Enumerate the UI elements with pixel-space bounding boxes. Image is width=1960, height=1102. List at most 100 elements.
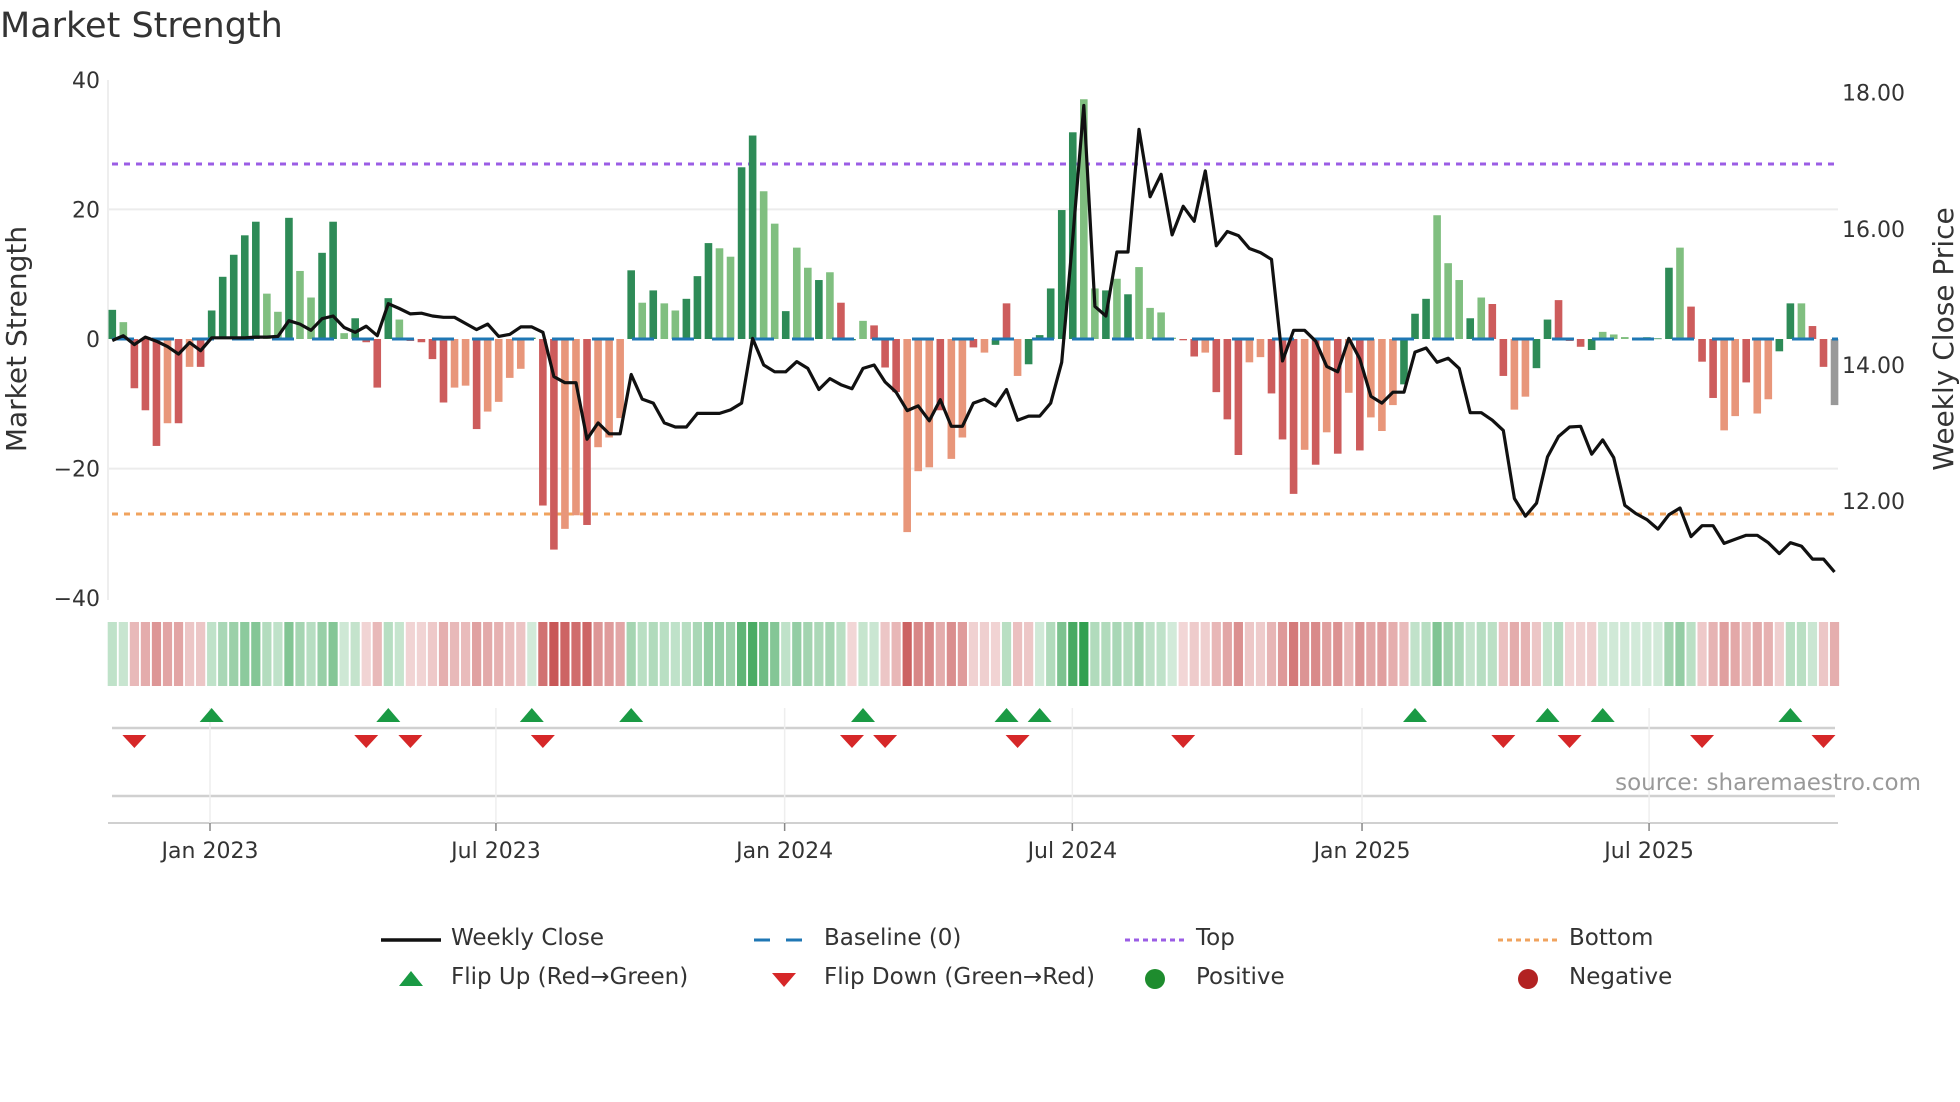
strength-bar (1245, 339, 1254, 363)
strength-bar (1499, 339, 1508, 376)
heat-strip-cell (803, 622, 813, 686)
strength-bar (572, 339, 580, 516)
strength-bar (980, 339, 989, 353)
heat-strip-cell (483, 622, 493, 686)
heat-strip-cell (571, 622, 581, 686)
dotted-line-swatch-icon (1125, 938, 1185, 942)
flip-up-marker (1403, 708, 1428, 722)
flip-down-marker (1171, 735, 1196, 748)
heat-strip-cell (383, 622, 393, 686)
heat-strip-cell (1123, 622, 1133, 686)
flip-down-marker (530, 735, 555, 748)
strength-bar (395, 319, 404, 339)
dotted-line-swatch-icon (1498, 938, 1558, 942)
heat-strip-cell (913, 622, 923, 686)
heat-strip-cell (1322, 622, 1332, 686)
y2-tick-label: 14.00 (1842, 354, 1905, 379)
strength-bar (196, 339, 205, 367)
x-tick-label: Jan 2024 (734, 839, 833, 864)
heat-strip-cell (273, 622, 283, 686)
heat-strip-cell (1675, 622, 1685, 686)
strength-bar (792, 247, 801, 339)
heat-strip-cell (1774, 622, 1784, 686)
heat-strip-cell (582, 622, 592, 686)
strength-bar (373, 339, 382, 388)
strength-bar (1687, 306, 1695, 339)
heat-strip-cell (814, 622, 824, 686)
heat-strip-cell (725, 622, 736, 686)
heat-strip-cell (659, 622, 669, 686)
heat-strip-cell (1664, 622, 1674, 686)
heat-strip-cell (207, 622, 217, 686)
legend-label: Weekly Close (451, 925, 604, 951)
flip-down-marker (873, 735, 898, 748)
strength-bar (1234, 339, 1243, 455)
strength-bar (1488, 304, 1497, 339)
strength-bar (1665, 267, 1673, 339)
heat-strip-cell (1167, 622, 1177, 686)
strength-bar (605, 339, 613, 438)
strength-bar (737, 167, 746, 339)
strength-bar (837, 302, 845, 339)
heat-strip-cell (1432, 622, 1442, 686)
strength-bar (1477, 297, 1486, 339)
heat-strip-cell (1057, 622, 1067, 686)
heat-strip-cell (1642, 622, 1652, 686)
legend-label: Flip Down (Green→Red) (824, 964, 1095, 990)
strength-bar (770, 223, 779, 339)
strength-bar (1521, 339, 1530, 397)
strength-bar (1146, 307, 1154, 339)
strength-bar (1819, 339, 1828, 367)
heat-strip-cell (361, 622, 371, 686)
strength-bar (892, 339, 900, 393)
flip-down-marker (398, 735, 423, 748)
heat-strip-cell (1366, 622, 1376, 686)
heat-strip-cell (1564, 622, 1575, 686)
strength-bar (1201, 339, 1210, 353)
heat-strip-cell (1752, 622, 1762, 686)
strength-bar (351, 318, 359, 339)
line-swatch-icon (381, 938, 441, 942)
flip-down-marker (1811, 735, 1836, 748)
heat-strip-cell (1277, 622, 1288, 686)
heat-strip-cell (1200, 622, 1210, 686)
strength-bar (1709, 339, 1717, 398)
heat-strip-cell (1807, 622, 1818, 686)
strength-bar (649, 290, 658, 339)
heat-strip-cell (1741, 622, 1751, 686)
strength-bar (1378, 339, 1386, 432)
heat-strip-cell (295, 622, 305, 686)
heat-strip-cell (560, 622, 570, 686)
heat-strip-cell (472, 622, 482, 686)
strength-bar (1698, 339, 1706, 362)
strength-bar (1124, 294, 1132, 339)
strength-bar (627, 270, 635, 339)
strength-bar (638, 302, 647, 339)
y-tick-label: 40 (72, 69, 100, 94)
strength-bar (1466, 318, 1475, 339)
heat-strip-cell (692, 622, 703, 686)
heat-strip-cell (990, 622, 1001, 686)
heat-strip-cell (1587, 622, 1597, 686)
heat-strip-cell (1189, 622, 1199, 686)
heat-strip-cell (1333, 622, 1343, 686)
heat-strip-cell (1553, 622, 1564, 686)
strength-bar (505, 339, 514, 378)
triangle-down-icon (772, 973, 796, 987)
strength-bar (263, 293, 271, 339)
heat-strip-cell (1156, 622, 1166, 686)
heat-strip-cell (880, 622, 890, 686)
heat-strip-cell (1763, 622, 1773, 686)
heat-strip-cell (438, 622, 449, 686)
strength-bar (461, 339, 470, 386)
heat-strip-cell (1211, 622, 1221, 686)
heat-strip-cell (1178, 622, 1188, 686)
strength-bar (240, 235, 249, 339)
heat-strip-cell (979, 622, 990, 686)
heat-strip-cell (1631, 622, 1641, 686)
strength-bar (218, 276, 227, 339)
strength-bar (340, 333, 348, 339)
heat-strip-cell (626, 622, 636, 686)
y-axis-title: Market Strength (0, 226, 33, 452)
legend-label: Flip Up (Red→Green) (451, 964, 689, 990)
